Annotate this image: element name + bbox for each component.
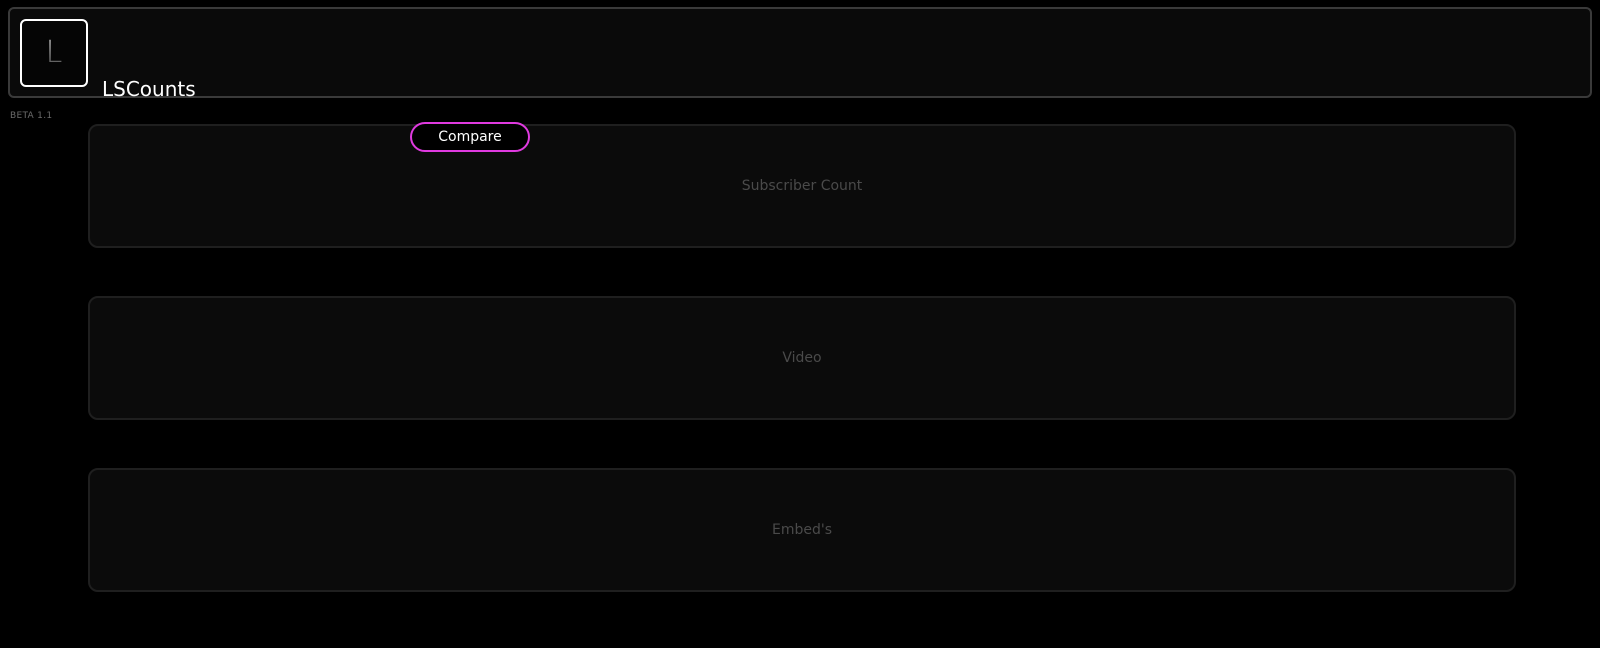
brand-name[interactable]: LSCounts: [102, 77, 196, 101]
app-header: L LSCounts: [8, 7, 1592, 101]
compare-button[interactable]: Compare: [410, 122, 530, 152]
logo[interactable]: L: [20, 19, 88, 87]
video-label: Video: [782, 350, 822, 366]
embeds-label: Embed's: [771, 522, 832, 538]
subscriber-count-label: Subscriber Count: [741, 178, 863, 194]
subscriber-count-panel[interactable]: Subscriber Count: [88, 124, 1516, 248]
video-panel[interactable]: Video: [88, 296, 1516, 420]
logo-letter: L: [45, 35, 63, 70]
version-label: BETA 1.1: [10, 111, 53, 121]
embeds-panel[interactable]: Embed's: [88, 468, 1516, 592]
